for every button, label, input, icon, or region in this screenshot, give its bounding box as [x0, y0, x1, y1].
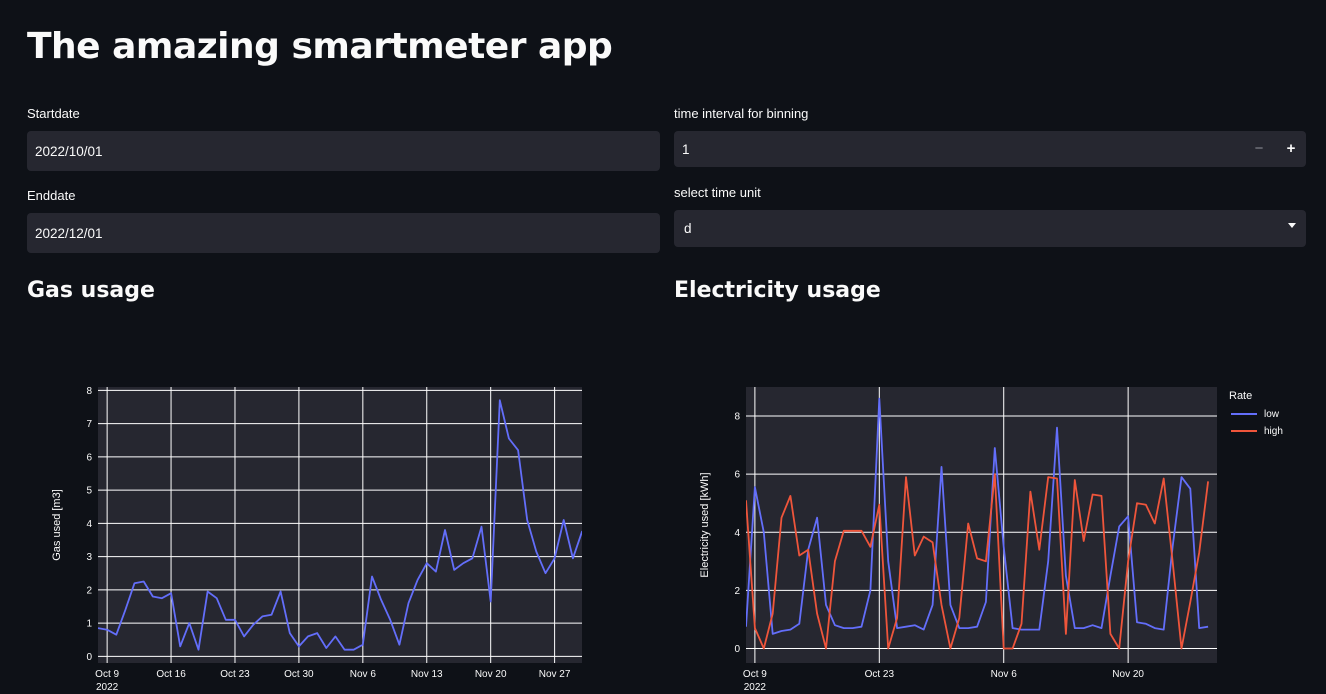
x-tick-label: Nov 20	[475, 669, 507, 680]
chevron-down-icon	[1288, 223, 1296, 228]
x-tick-label: Oct 30	[284, 669, 314, 680]
x-year-label: 2022	[96, 682, 119, 693]
x-tick-label: Nov 6	[991, 669, 1018, 680]
y-axis-label: Electricity used [kWh]	[699, 472, 711, 577]
y-tick-label: 1	[86, 619, 92, 630]
increment-button[interactable]: +	[1276, 132, 1306, 165]
y-tick-label: 0	[86, 652, 92, 663]
enddate-input[interactable]: 2022/12/01	[27, 213, 660, 253]
y-tick-label: 2	[734, 586, 740, 597]
y-tick-label: 3	[86, 552, 92, 563]
time-unit-value: d	[684, 221, 692, 236]
time-unit-select[interactable]: d	[674, 210, 1306, 247]
gas-usage-chart[interactable]: 0 1 2 3 4 5 6 7 8 Oct 9 Oct 16 Oct 23 Oct 30 Nov 6 Nov…	[0, 370, 660, 694]
electricity-usage-chart[interactable]: 0 2 4 6 8 Oct 9 Oct 23 Nov 6 Nov 20 2022 Electrici…	[660, 370, 1326, 694]
y-tick-label: 7	[86, 419, 92, 430]
y-tick-label: 4	[734, 528, 740, 539]
legend-item-high: high	[1264, 426, 1283, 437]
x-tick-label: Oct 9	[743, 669, 767, 680]
y-tick-label: 6	[734, 470, 740, 481]
x-year-label: 2022	[744, 682, 767, 693]
y-tick-label: 5	[86, 486, 92, 497]
x-tick-label: Nov 6	[350, 669, 377, 680]
startdate-value: 2022/10/01	[35, 143, 103, 159]
x-tick-label: Oct 16	[156, 669, 186, 680]
interval-label: time interval for binning	[674, 106, 809, 121]
x-tick-label: Oct 23	[865, 669, 895, 680]
plot-area	[746, 387, 1217, 663]
enddate-label: Enddate	[27, 188, 76, 203]
decrement-button[interactable]: −	[1244, 132, 1274, 165]
y-tick-label: 6	[86, 452, 92, 463]
interval-value: 1	[682, 141, 690, 157]
x-tick-label: Nov 13	[411, 669, 443, 680]
startdate-label: Startdate	[27, 106, 80, 121]
y-tick-label: 8	[734, 412, 740, 423]
electricity-usage-heading: Electricity usage	[674, 278, 881, 303]
y-tick-label: 4	[86, 519, 92, 530]
enddate-value: 2022/12/01	[35, 225, 103, 241]
gas-usage-heading: Gas usage	[27, 278, 155, 303]
x-tick-label: Nov 27	[539, 669, 571, 680]
y-tick-label: 8	[86, 386, 92, 397]
app-title: The amazing smartmeter app	[27, 26, 613, 67]
legend-item-low: low	[1264, 409, 1280, 420]
startdate-input[interactable]: 2022/10/01	[27, 131, 660, 171]
time-unit-label: select time unit	[674, 185, 761, 200]
x-tick-label: Nov 20	[1112, 669, 1144, 680]
legend-title: Rate	[1229, 390, 1252, 402]
interval-number-input[interactable]: 1 − +	[674, 131, 1306, 167]
y-axis-label: Gas used [m3]	[51, 489, 63, 561]
x-tick-label: Oct 23	[220, 669, 250, 680]
y-tick-label: 2	[86, 585, 92, 596]
x-tick-label: Oct 9	[95, 669, 119, 680]
y-tick-label: 0	[734, 644, 740, 655]
